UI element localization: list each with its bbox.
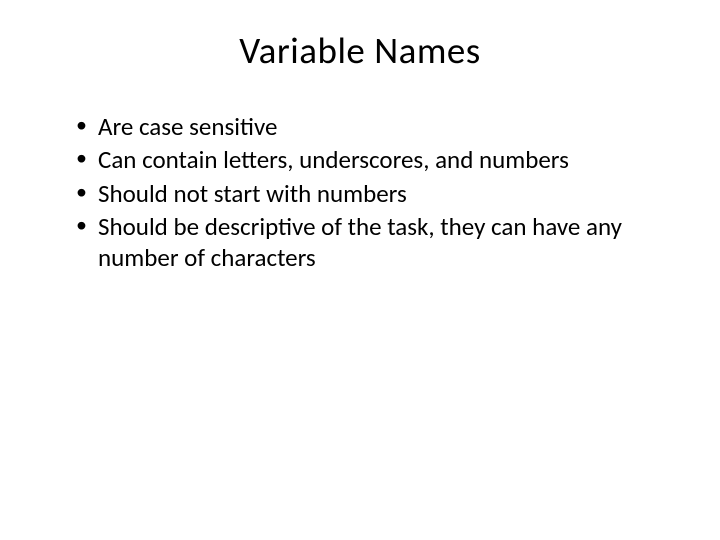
bullet-item: Should be descriptive of the task, they … — [76, 211, 672, 274]
bullet-list: Are case sensitive Can contain letters, … — [48, 111, 672, 273]
slide-title: Variable Names — [48, 28, 672, 73]
bullet-item: Should not start with numbers — [76, 178, 672, 209]
slide-container: Variable Names Are case sensitive Can co… — [0, 0, 720, 540]
bullet-item: Are case sensitive — [76, 111, 672, 142]
bullet-item: Can contain letters, underscores, and nu… — [76, 144, 672, 175]
